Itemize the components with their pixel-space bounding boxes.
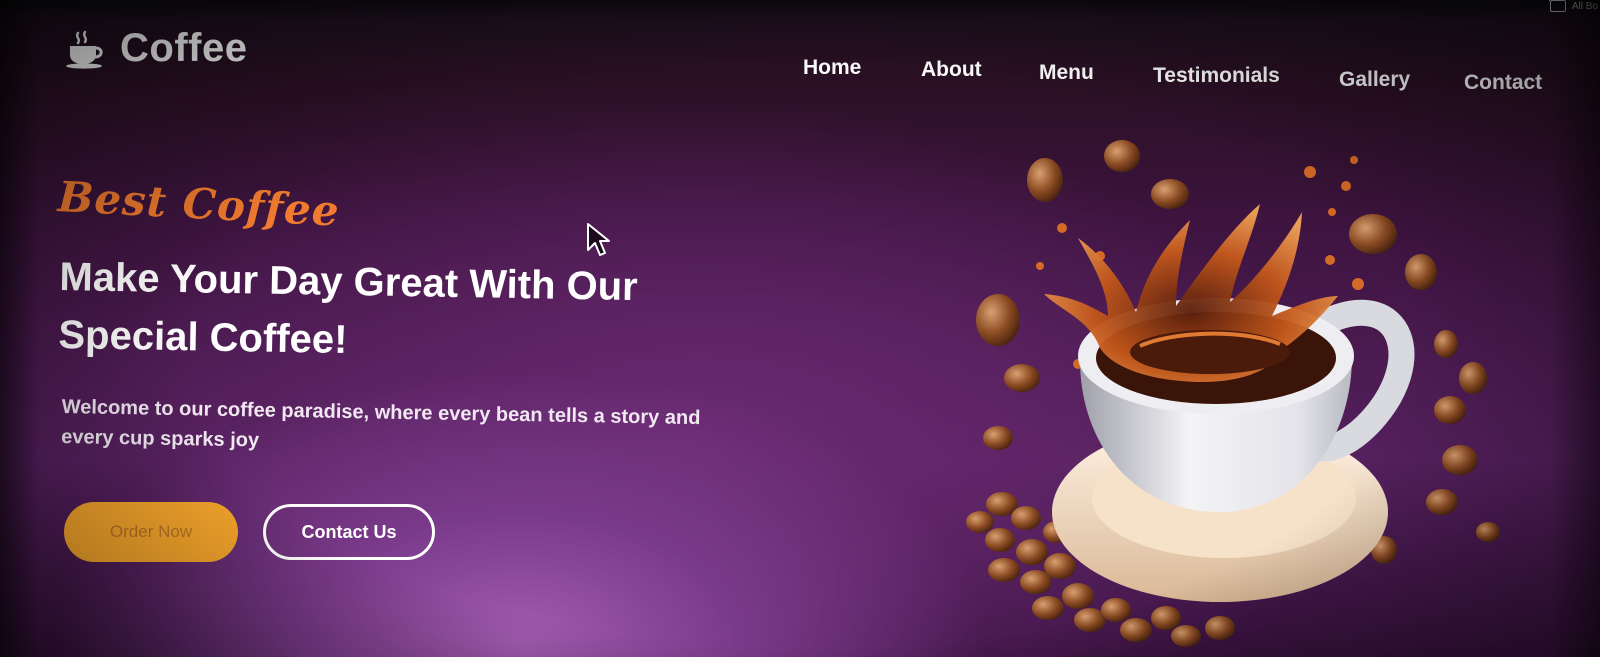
main-navigation: Home About Menu Testimonials Gallery Con…: [0, 56, 1600, 96]
order-now-button[interactable]: Order Now: [64, 502, 238, 562]
nav-item-testimonials[interactable]: Testimonials: [1153, 64, 1280, 88]
coffee-cup-splash-illustration: [940, 120, 1540, 657]
hero-subtext: Welcome to our coffee paradise, where ev…: [61, 395, 701, 452]
nav-item-gallery[interactable]: Gallery: [1339, 68, 1410, 92]
coffee-landing-page: All Bo Coffee Home About Menu Testimonia…: [0, 0, 1600, 657]
browser-top-strip: [0, 0, 1600, 20]
bookmarks-label[interactable]: All Bo: [1572, 1, 1598, 12]
nav-item-about[interactable]: About: [921, 58, 982, 82]
hero-tagline: Best Coffee: [56, 172, 341, 236]
nav-item-contact[interactable]: Contact: [1464, 71, 1542, 95]
folder-icon[interactable]: [1549, 0, 1566, 12]
bookmarks-bar[interactable]: All Bo: [1549, 0, 1598, 12]
nav-item-menu[interactable]: Menu: [1039, 61, 1094, 85]
contact-us-button[interactable]: Contact Us: [263, 504, 435, 560]
nav-item-home[interactable]: Home: [803, 56, 861, 80]
hero-headline: Make Your Day Great With Our Special Cof…: [58, 254, 639, 363]
mouse-pointer-icon: [586, 222, 612, 263]
